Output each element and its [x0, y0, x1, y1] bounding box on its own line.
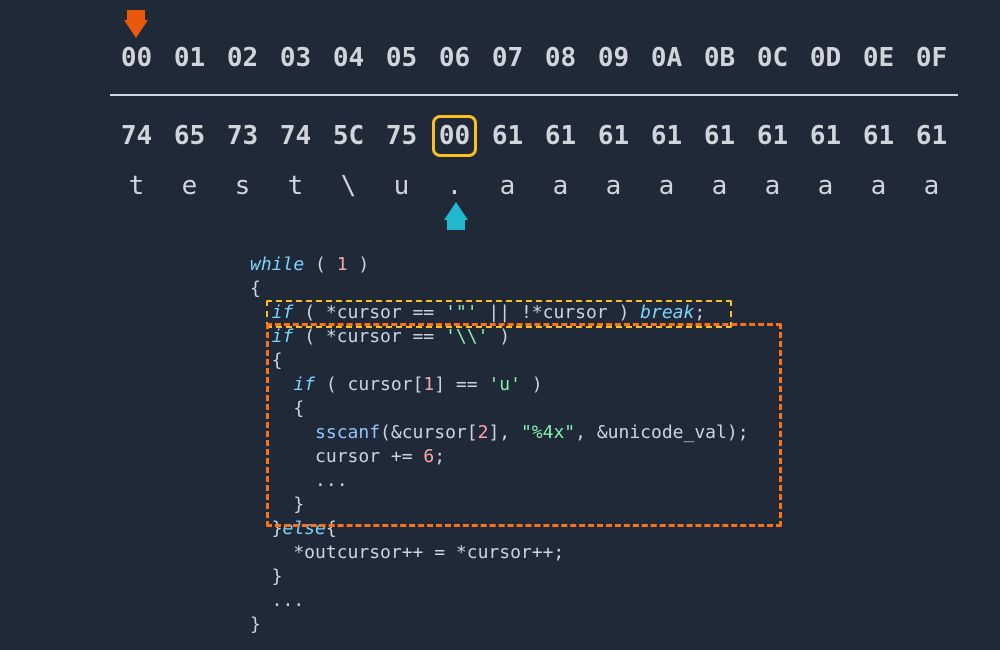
- offset-cell: 0C: [746, 40, 799, 76]
- offset-row: 00 01 02 03 04 05 06 07 08 09 0A 0B 0C 0…: [110, 40, 958, 76]
- offset-cell: 0B: [693, 40, 746, 76]
- ascii-cell: u: [375, 168, 428, 204]
- offset-cell: 0D: [799, 40, 852, 76]
- byte-row: 74 65 73 74 5C 75 00 61 61 61 61 61 61 6…: [110, 118, 958, 154]
- ascii-cell: a: [693, 168, 746, 204]
- offset-cell: 0F: [905, 40, 958, 76]
- hex-table: 00 01 02 03 04 05 06 07 08 09 0A 0B 0C 0…: [110, 40, 958, 204]
- offset-cell: 07: [481, 40, 534, 76]
- byte-cell: 61: [852, 118, 905, 154]
- byte-cell: 61: [693, 118, 746, 154]
- ascii-cell: a: [534, 168, 587, 204]
- byte-cell: 61: [799, 118, 852, 154]
- ascii-cell: t: [269, 168, 322, 204]
- ascii-cell: a: [746, 168, 799, 204]
- offset-cell: 08: [534, 40, 587, 76]
- byte-cell: 74: [269, 118, 322, 154]
- ascii-cell: a: [852, 168, 905, 204]
- top-cursor-marker: [124, 20, 148, 38]
- byte-cell: 61: [905, 118, 958, 154]
- ascii-cell: a: [640, 168, 693, 204]
- diagram-stage: 00 01 02 03 04 05 06 07 08 09 0A 0B 0C 0…: [0, 0, 1000, 650]
- byte-cell: 73: [216, 118, 269, 154]
- offset-cell: 03: [269, 40, 322, 76]
- byte-cell: 5C: [322, 118, 375, 154]
- ascii-cell: \: [322, 168, 375, 204]
- byte-cell: 61: [746, 118, 799, 154]
- byte-cell: 74: [110, 118, 163, 154]
- byte-cell: 65: [163, 118, 216, 154]
- code-text: while ( 1 ) { if ( *cursor == '"' || !*c…: [250, 253, 810, 637]
- byte-cell-highlighted: 00: [428, 118, 481, 154]
- byte-cell: 75: [375, 118, 428, 154]
- offset-cell: 09: [587, 40, 640, 76]
- offset-cell: 00: [110, 40, 163, 76]
- ascii-cell: a: [481, 168, 534, 204]
- ascii-cell: .: [428, 168, 481, 204]
- offset-cell: 02: [216, 40, 269, 76]
- byte-cell: 61: [481, 118, 534, 154]
- null-byte-highlight: 00: [432, 115, 477, 157]
- code-block: while ( 1 ) { if ( *cursor == '"' || !*c…: [250, 253, 810, 637]
- byte-cell: 61: [640, 118, 693, 154]
- bottom-cursor-marker: [444, 202, 468, 220]
- ascii-cell: a: [905, 168, 958, 204]
- ascii-cell: a: [799, 168, 852, 204]
- table-divider: [110, 94, 958, 96]
- byte-cell: 61: [534, 118, 587, 154]
- offset-cell: 04: [322, 40, 375, 76]
- ascii-cell: e: [163, 168, 216, 204]
- ascii-cell: a: [587, 168, 640, 204]
- offset-cell: 06: [428, 40, 481, 76]
- ascii-row: t e s t \ u . a a a a a a a a a: [110, 168, 958, 204]
- ascii-cell: s: [216, 168, 269, 204]
- offset-cell: 0A: [640, 40, 693, 76]
- ascii-cell: t: [110, 168, 163, 204]
- byte-cell: 61: [587, 118, 640, 154]
- offset-cell: 01: [163, 40, 216, 76]
- offset-cell: 0E: [852, 40, 905, 76]
- offset-cell: 05: [375, 40, 428, 76]
